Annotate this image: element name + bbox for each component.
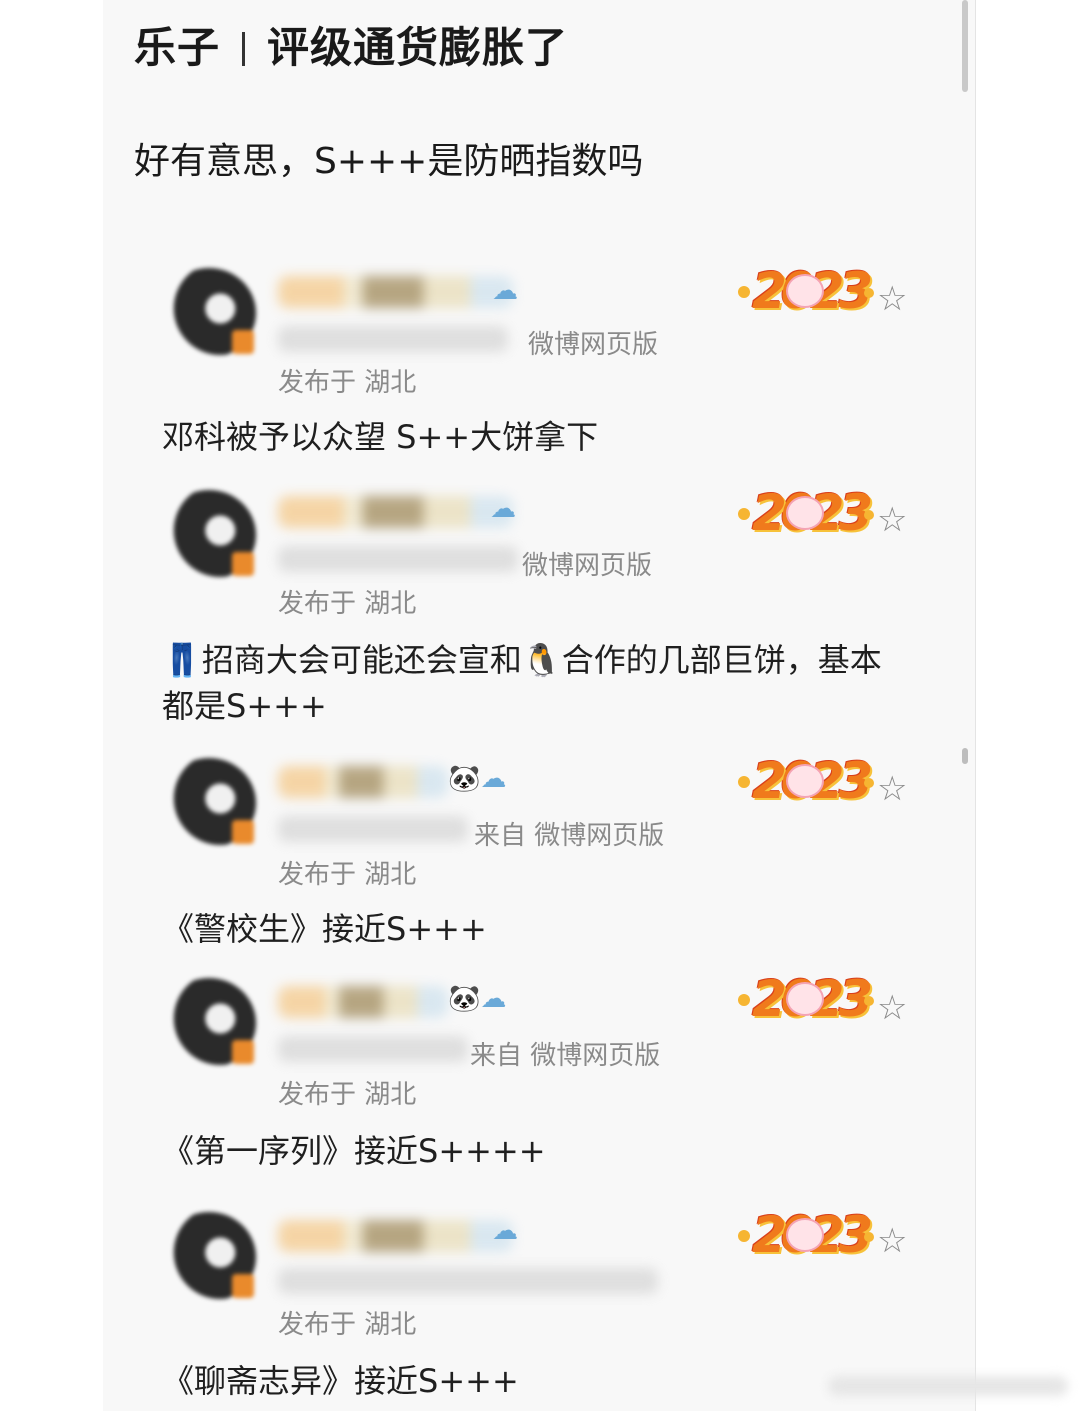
coin-icon	[864, 996, 874, 1006]
coin-icon	[738, 508, 750, 520]
scrollbar-thumb[interactable]	[962, 0, 968, 92]
username-blurred[interactable]	[278, 276, 513, 308]
coin-icon	[738, 994, 750, 1006]
coin-icon	[738, 776, 750, 788]
coin-icon	[864, 778, 874, 788]
star-outline-icon[interactable]: ☆	[877, 1224, 907, 1258]
star-outline-icon[interactable]: ☆	[877, 503, 907, 537]
year-2023-badge: 2023	[738, 484, 878, 544]
avatar[interactable]	[162, 1212, 256, 1302]
coin-icon	[864, 1232, 874, 1242]
title-left: 乐子	[134, 23, 221, 72]
page-edge-divider	[975, 0, 976, 1411]
timestamp-blurred	[278, 1036, 468, 1062]
post-source: 来自 微博网页版	[470, 1041, 661, 1071]
user-badge-icons: 🐼☁	[448, 984, 507, 1014]
rabbit-icon	[786, 764, 824, 798]
rabbit-icon	[786, 496, 824, 530]
post-location: 发布于 湖北	[278, 1080, 417, 1110]
username-blurred[interactable]	[278, 496, 513, 528]
title-separator	[242, 32, 246, 66]
watermark-blurred	[828, 1376, 1068, 1396]
page-title: 乐子 评级通货膨胀了	[134, 14, 568, 75]
coin-icon	[738, 286, 750, 298]
username-blurred[interactable]	[278, 986, 448, 1018]
timestamp-blurred	[278, 1268, 658, 1294]
page-subtitle: 好有意思，S+++是防晒指数吗	[134, 141, 644, 182]
post-location: 发布于 湖北	[278, 1310, 417, 1340]
rabbit-icon	[786, 1218, 824, 1252]
coin-icon	[864, 288, 874, 298]
user-badge-icons: ☁	[492, 276, 518, 306]
rabbit-icon	[786, 982, 824, 1016]
username-blurred[interactable]	[278, 766, 448, 798]
post-source: 来自 微博网页版	[474, 821, 665, 851]
user-badge-icons: ☁	[490, 494, 516, 524]
star-outline-icon[interactable]: ☆	[877, 772, 907, 806]
rabbit-icon	[786, 274, 824, 308]
user-badge-icons: ☁	[492, 1216, 518, 1246]
comment-text: 《警校生》接近S+++	[162, 910, 487, 948]
comment-text: 《聊斋志异》接近S+++	[162, 1362, 519, 1400]
post-location: 发布于 湖北	[278, 368, 417, 398]
year-2023-badge: 2023	[738, 262, 878, 322]
timestamp-blurred	[278, 326, 508, 352]
comment-text: 《第一序列》接近S++++	[162, 1132, 546, 1170]
user-badge-icons: 🐼☁	[448, 764, 507, 794]
coin-icon	[738, 1230, 750, 1242]
star-outline-icon[interactable]: ☆	[877, 991, 907, 1025]
year-2023-badge: 2023	[738, 1206, 878, 1266]
year-2023-badge: 2023	[738, 752, 878, 812]
coin-icon	[864, 510, 874, 520]
post-location: 发布于 湖北	[278, 860, 417, 890]
comment-text: 👖招商大会可能还会宣和🐧合作的几部巨饼，基本都是S+++	[162, 641, 882, 725]
avatar[interactable]	[162, 490, 256, 580]
timestamp-blurred	[278, 546, 518, 572]
avatar[interactable]	[162, 978, 256, 1068]
scrollbar-marker	[962, 748, 968, 764]
star-outline-icon[interactable]: ☆	[877, 282, 907, 316]
post-source: 微博网页版	[522, 551, 653, 581]
post-source: 微博网页版	[528, 330, 659, 360]
username-blurred[interactable]	[278, 1220, 513, 1252]
comment-text: 邓科被予以众望 S++大饼拿下	[162, 418, 599, 456]
timestamp-blurred	[278, 816, 468, 842]
post-location: 发布于 湖北	[278, 589, 417, 619]
avatar[interactable]	[162, 268, 256, 358]
avatar[interactable]	[162, 758, 256, 848]
title-right: 评级通货膨胀了	[267, 23, 569, 72]
year-2023-badge: 2023	[738, 970, 878, 1030]
